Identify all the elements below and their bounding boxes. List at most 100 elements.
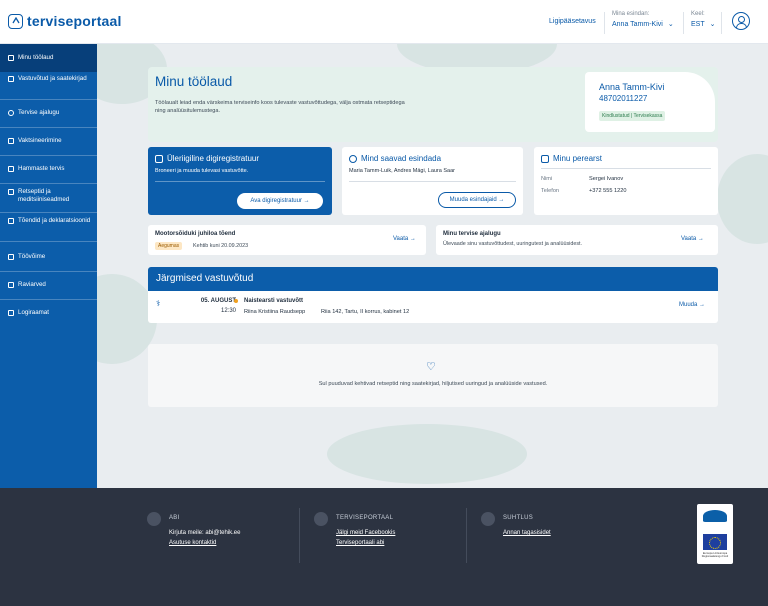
family-doctor-card: Minu perearst Nimi Sergei Ivanov Telefon +… [534, 147, 718, 215]
representatives-names: Maria Tamm-Luik, Andres Mägi, Laura Saar [349, 168, 455, 174]
footer-help-email[interactable]: Kirjuta meile: abi@tehik.ee [169, 530, 240, 536]
representatives-card: Mind saavad esindada Maria Tamm-Luik, An… [342, 147, 523, 215]
header-divider [604, 12, 605, 34]
doctor-phone-label: Telefon [541, 188, 560, 194]
empty-state-text: Sul puuduvad kehtivad retseptid ning saa… [318, 381, 548, 387]
sidebar-item-label: Minu töölaud [18, 54, 54, 61]
shield-icon [314, 512, 328, 526]
stethoscope-icon: ⚕ [156, 299, 161, 308]
sidebar-item-prescriptions[interactable]: Retseptid ja meditsiiniseadmed [0, 188, 97, 214]
sidebar-item-label: Vaktsineerimine [18, 137, 62, 144]
footer-feedback-heading: SUHTLUS [503, 515, 534, 521]
representative-selector[interactable]: Mina esindan: Anna Tamm-Kivi ⌄ [612, 11, 674, 28]
sidebar-divider [0, 271, 97, 272]
sidebar-item-vaccination[interactable]: Vaktsineerimine [0, 137, 97, 157]
doctor-name-row: Nimi Sergei Ivanov [541, 176, 623, 182]
footer-contacts-link[interactable]: Asutuse kontaktid [169, 540, 216, 546]
divider [541, 168, 711, 169]
view-certificate-link[interactable]: Vaata → [393, 236, 416, 242]
sidebar-divider [0, 241, 97, 242]
syringe-icon [8, 138, 14, 144]
calendar-icon [155, 154, 163, 163]
profile-name: Anna Tamm-Kivi [599, 82, 665, 92]
main-content: Minu töölaud Töölaualt leiad enda värske… [97, 44, 768, 488]
sidebar-item-certificates[interactable]: Tõendid ja deklaratsioonid [0, 217, 97, 243]
sidebar-item-work-ability[interactable]: Töövõime [0, 253, 97, 273]
sidebar-item-dashboard[interactable]: Minu töölaud [0, 44, 97, 72]
sidebar: Minu töölaud Vastuvõtud ja saatekirjad T… [0, 44, 97, 488]
background-decoration [327, 424, 527, 484]
timeline-dot [234, 299, 238, 303]
footer-feedback-link[interactable]: Annan tagasisidet [503, 530, 551, 536]
appointment-type: Naistearsti vastuvõtt [244, 298, 304, 304]
family-doctor-card-title: Minu perearst [541, 154, 602, 163]
footer-portal-heading: TERVISEPORTAAL [336, 515, 394, 521]
doctor-icon [541, 154, 549, 163]
sidebar-item-dental[interactable]: Hammaste tervis [0, 165, 97, 185]
sidebar-divider [0, 183, 97, 184]
sidebar-item-label: Töövõime [18, 253, 46, 260]
sidebar-item-appointments[interactable]: Vastuvõtud ja saatekirjad [0, 75, 97, 101]
representative-label: Mina esindan: [612, 11, 650, 17]
certificate-title: Mootorsõiduki juhiloa tõend [155, 231, 236, 237]
logo-text: terviseportaal [27, 13, 122, 29]
sidebar-item-logbook[interactable]: Logiraamat [0, 309, 97, 329]
people-icon [349, 154, 357, 163]
user-profile-icon[interactable] [732, 12, 750, 30]
dashboard-icon [8, 55, 14, 61]
sidebar-item-label: Tervise ajalugu [18, 109, 60, 116]
briefcase-icon [8, 254, 14, 260]
heart-check-icon: ♡ [426, 361, 436, 373]
sidebar-item-label: Retseptid ja meditsiiniseadmed [18, 188, 70, 203]
sidebar-divider [0, 127, 97, 128]
sidebar-item-invoices[interactable]: Raviarved [0, 281, 97, 301]
sidebar-item-label: Raviarved [18, 281, 46, 288]
tooth-icon [8, 166, 14, 172]
appointment-row[interactable]: ⚕ 05. AUGUST 12:30 Naistearsti vastuvõtt… [148, 291, 718, 323]
appointments-title: Järgmised vastuvõtud [156, 273, 254, 284]
footer-divider [299, 508, 300, 563]
personal-code: 48702011227 [599, 94, 648, 103]
doctor-name-label: Nimi [541, 176, 553, 182]
sidebar-item-label: Tõendid ja deklaratsioonid [18, 217, 91, 224]
registry-title-text: Üleriigiline digiregistratuur [167, 154, 260, 163]
edit-representatives-button[interactable]: Muuda esindajaid → [438, 192, 516, 208]
view-history-link[interactable]: Vaata → [681, 236, 704, 242]
sidebar-item-label: Hammaste tervis [18, 165, 65, 172]
language-selector[interactable]: Keel: EST ⌄ [691, 11, 716, 28]
eu-fund-text: Euroopa Liit Euroopa Regionaalarengu Fon… [701, 552, 729, 558]
eu-fund-logo: Euroopa Liit Euroopa Regionaalarengu Fon… [697, 504, 733, 564]
document-icon [8, 218, 14, 224]
representatives-title-text: Mind saavad esindada [361, 154, 442, 163]
chevron-down-icon: ⌄ [709, 21, 716, 28]
footer-facebook-link[interactable]: Jälgi meid Facebookis [336, 530, 395, 536]
open-registry-button[interactable]: Ava digiregistratuur → [237, 193, 323, 209]
footer: ABI Kirjuta meile: abi@tehik.ee Asutuse … [0, 488, 768, 606]
calendar-icon [8, 76, 14, 82]
insurance-badge: Kindlustatud | Tervisekassa [599, 111, 666, 121]
license-certificate-card[interactable]: Mootorsõiduki juhiloa tõend Aegumas Keht… [148, 225, 426, 255]
history-title: Minu tervise ajalugu [443, 231, 501, 237]
health-history-card[interactable]: Minu tervise ajalugu Ülevaade sinu vastu… [436, 225, 718, 255]
logo[interactable]: terviseportaal [8, 13, 122, 29]
doctor-phone-value: +372 555 1220 [589, 188, 627, 194]
logbook-icon [8, 310, 14, 316]
change-appointment-link[interactable]: Muuda → [679, 302, 705, 308]
language-value: EST [691, 20, 705, 28]
language-label: Keel: [691, 11, 705, 17]
logo-icon [8, 13, 23, 29]
family-doctor-title-text: Minu perearst [553, 154, 602, 163]
accessibility-link[interactable]: Ligipääsetavus [549, 18, 596, 25]
welcome-panel: Minu töölaud Töölaualt leiad enda värske… [148, 67, 718, 142]
sidebar-divider [0, 212, 97, 213]
registry-subtitle: Broneeri ja muuda tulevasi vastuvõtte. [155, 168, 249, 174]
footer-portal-help-link[interactable]: Terviseportaali abi [336, 540, 384, 546]
sidebar-item-label: Logiraamat [18, 309, 49, 316]
sidebar-item-health-history[interactable]: Tervise ajalugu [0, 109, 97, 129]
doctor-name-value: Sergei Ivanov [589, 176, 624, 182]
expiring-badge: Aegumas [155, 242, 183, 250]
pill-bottle-icon [8, 189, 14, 195]
header-divider [721, 12, 722, 34]
certificate-valid-until: Kehtib kuni 20.09.2023 [193, 243, 249, 249]
history-icon [8, 110, 14, 116]
